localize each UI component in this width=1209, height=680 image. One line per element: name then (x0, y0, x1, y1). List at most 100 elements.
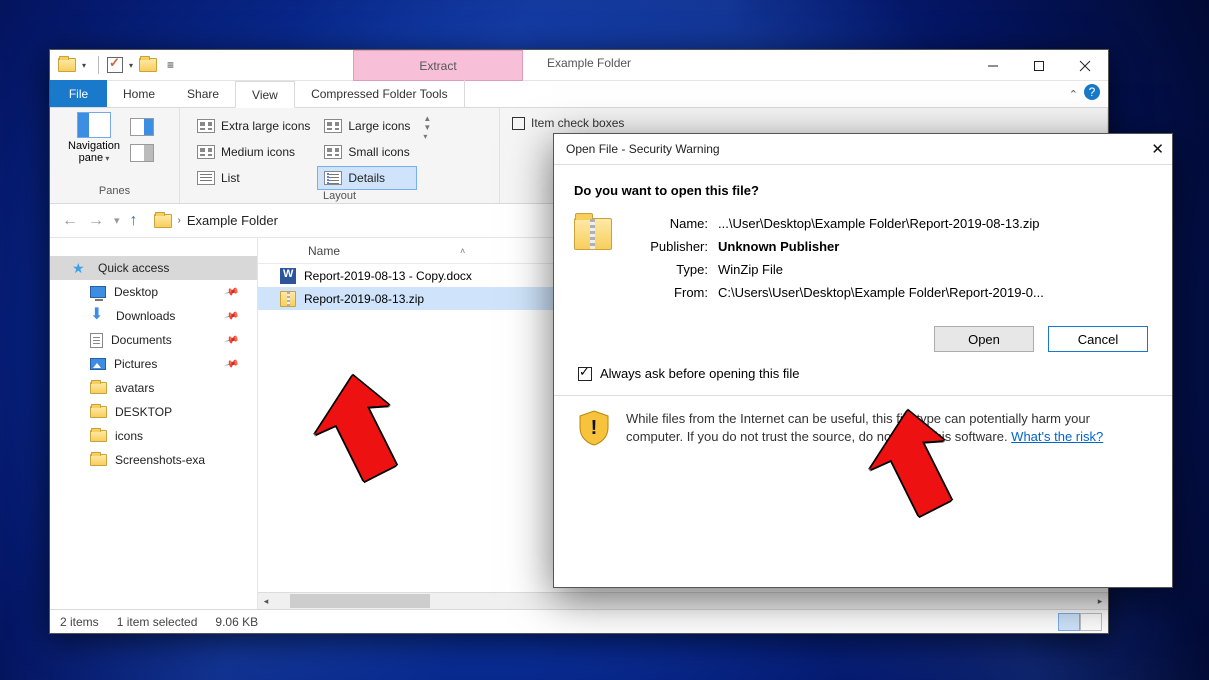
status-size: 9.06 KB (215, 615, 258, 629)
folder-icon (58, 58, 76, 72)
separator (98, 56, 99, 74)
pin-icon: 📌 (223, 357, 239, 373)
open-button[interactable]: Open (934, 326, 1034, 352)
tree-pictures[interactable]: Pictures📌 (50, 352, 257, 376)
close-button[interactable] (1062, 50, 1108, 81)
layout-scroll[interactable]: ▲▼▾ (423, 114, 431, 141)
pin-icon: 📌 (223, 309, 239, 325)
help-icon[interactable]: ? (1084, 84, 1100, 100)
sort-indicator-icon: ˄ (460, 246, 465, 256)
layout-list[interactable]: List (190, 166, 317, 190)
tab-share[interactable]: Share (171, 80, 235, 107)
status-bar: 2 items 1 item selected 9.06 KB (50, 609, 1108, 633)
tree-desktop[interactable]: Desktop📌 (50, 280, 257, 304)
status-selection: 1 item selected (117, 615, 198, 629)
navigation-tree: ★Quick access Desktop📌 ⬇Downloads📌 Docum… (50, 238, 258, 609)
dialog-question: Do you want to open this file? (574, 183, 1152, 198)
layout-large[interactable]: Large icons (317, 114, 417, 138)
minimize-button[interactable] (970, 50, 1016, 81)
tree-avatars[interactable]: avatars (50, 376, 257, 400)
window-title: Example Folder (547, 56, 631, 70)
documents-icon (90, 333, 103, 348)
item-check-boxes-option[interactable]: Item check boxes (512, 116, 624, 130)
history-dropdown[interactable]: ▾ (114, 214, 120, 227)
close-icon[interactable]: ✕ (1151, 140, 1164, 158)
checkbox-icon (512, 117, 525, 130)
grid-icon (324, 119, 342, 133)
tab-file[interactable]: File (50, 80, 107, 107)
back-button[interactable]: ← (62, 212, 78, 230)
file-info-table: Name: ...\User\Desktop\Example Folder\Re… (632, 216, 1044, 300)
word-doc-icon (280, 268, 296, 284)
view-thumbnails-toggle[interactable] (1080, 613, 1102, 631)
always-ask-checkbox[interactable]: Always ask before opening this file (578, 366, 1152, 381)
quick-access-toolbar: Extract ▾ ▾ ≡ Example Folder (50, 50, 1108, 81)
customize-qat-icon[interactable]: ≡ (167, 58, 174, 72)
maximize-button[interactable] (1016, 50, 1062, 81)
svg-text:!: ! (591, 417, 598, 439)
file-name: Report-2019-08-13.zip (304, 292, 424, 306)
details-pane-button[interactable] (130, 144, 154, 162)
layout-small[interactable]: Small icons (317, 140, 417, 164)
tree-documents[interactable]: Documents📌 (50, 328, 257, 352)
navigation-pane-button[interactable]: Navigation pane (58, 112, 130, 165)
chevron-down-icon[interactable]: ▾ (82, 61, 86, 70)
value-type: WinZip File (718, 262, 1044, 277)
address-bar[interactable]: › Example Folder (148, 209, 284, 233)
scroll-left-icon[interactable]: ◂ (258, 596, 274, 607)
ribbon-tabs: File Home Share View Compressed Folder T… (50, 81, 1108, 108)
breadcrumb-current[interactable]: Example Folder (187, 213, 278, 228)
grid-icon (197, 145, 215, 159)
layout-medium[interactable]: Medium icons (190, 140, 317, 164)
scroll-right-icon[interactable]: ▸ (1092, 596, 1108, 607)
desktop-icon (90, 286, 106, 298)
scrollbar-thumb[interactable] (290, 594, 430, 608)
folder-icon (90, 382, 107, 394)
value-publisher: Unknown Publisher (718, 239, 1044, 254)
pin-icon: 📌 (223, 333, 239, 349)
group-label-panes: Panes (50, 185, 179, 203)
tree-desktop2[interactable]: DESKTOP (50, 400, 257, 424)
cancel-button[interactable]: Cancel (1048, 326, 1148, 352)
security-warning-dialog: Open File - Security Warning ✕ Do you wa… (553, 133, 1173, 588)
tree-quick-access[interactable]: ★Quick access (50, 256, 257, 280)
file-name: Report-2019-08-13 - Copy.docx (304, 269, 472, 283)
list-icon (197, 171, 215, 185)
tab-compressed-tools[interactable]: Compressed Folder Tools (295, 80, 465, 107)
group-label-layout: Layout (180, 190, 499, 203)
details-icon (324, 171, 342, 185)
horizontal-scrollbar[interactable]: ◂ ▸ (258, 592, 1108, 609)
label-type: Type: (632, 262, 718, 277)
grid-icon (197, 119, 215, 133)
label-from: From: (632, 285, 718, 300)
value-from: C:\Users\User\Desktop\Example Folder\Rep… (718, 285, 1044, 300)
tree-downloads[interactable]: ⬇Downloads📌 (50, 304, 257, 328)
grid-icon (324, 145, 342, 159)
new-folder-icon[interactable] (139, 58, 157, 72)
folder-icon (90, 454, 107, 466)
checkbox-icon (578, 367, 592, 381)
view-details-toggle[interactable] (1058, 613, 1080, 631)
up-button[interactable]: ↑ (130, 212, 138, 230)
layout-details[interactable]: Details (317, 166, 417, 190)
properties-icon[interactable] (107, 57, 123, 73)
tree-icons[interactable]: icons (50, 424, 257, 448)
zip-file-icon (574, 218, 612, 250)
contextual-tab-extract[interactable]: Extract (353, 50, 523, 81)
whats-the-risk-link[interactable]: What's the risk? (1011, 429, 1103, 444)
folder-icon (90, 406, 107, 418)
tab-home[interactable]: Home (107, 80, 171, 107)
download-icon: ⬇ (90, 309, 108, 323)
zip-file-icon (280, 291, 296, 307)
collapse-ribbon-icon[interactable]: ⌃ (1069, 88, 1078, 101)
tab-view[interactable]: View (235, 81, 295, 108)
grid-icon (1084, 617, 1098, 628)
chevron-down-icon[interactable]: ▾ (129, 61, 133, 70)
layout-extra-large[interactable]: Extra large icons (190, 114, 317, 138)
preview-pane-button[interactable] (130, 118, 154, 136)
value-name: ...\User\Desktop\Example Folder\Report-2… (718, 216, 1044, 231)
navigation-pane-icon (77, 112, 111, 138)
forward-button[interactable]: → (88, 212, 104, 230)
tree-screenshots[interactable]: Screenshots-exa (50, 448, 257, 472)
label-name: Name: (632, 216, 718, 231)
